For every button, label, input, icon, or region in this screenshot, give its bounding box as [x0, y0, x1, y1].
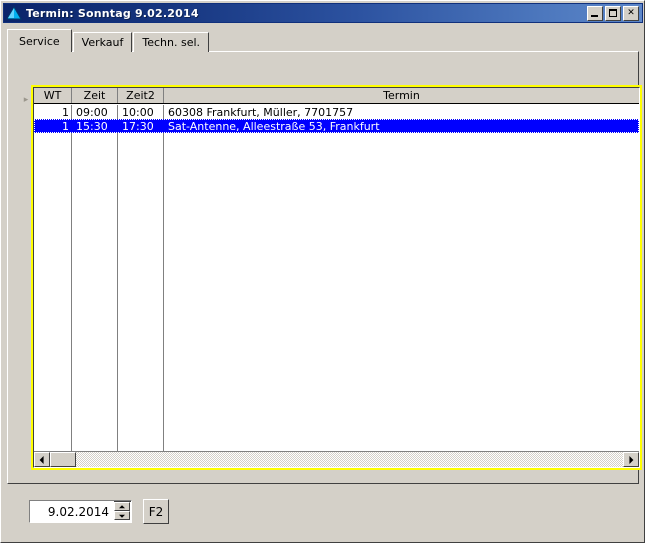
cell-wt: 1 — [62, 105, 69, 119]
date-spinner[interactable]: 9.02.2014 — [29, 500, 132, 523]
date-spin-down-button[interactable] — [114, 511, 130, 520]
minimize-button[interactable] — [587, 5, 603, 21]
date-spin-buttons — [114, 502, 130, 521]
chevron-down-icon — [119, 514, 125, 518]
table-row[interactable]: 1 15:30 17:30 Sat-Antenne, Alleestraße 5… — [34, 119, 639, 133]
column-header-termin[interactable]: Termin — [164, 88, 639, 103]
maximize-icon — [609, 8, 617, 17]
arrow-right-icon — [629, 455, 634, 464]
tab-techn-sel[interactable]: Techn. sel. — [133, 32, 210, 52]
window-controls: ✕ — [587, 5, 639, 21]
grid-column-rules — [34, 105, 639, 452]
column-header-zeit[interactable]: Zeit — [72, 88, 118, 103]
tab-verkauf[interactable]: Verkauf — [72, 32, 133, 52]
grid-body: 1 09:00 10:00 60308 Frankfurt, Müller, 7… — [34, 105, 639, 452]
cell-zeit2: 10:00 — [122, 105, 154, 119]
f2-button[interactable]: F2 — [143, 499, 169, 524]
grid-header-row: WT Zeit Zeit2 Termin — [34, 88, 639, 104]
grid-focus-frame: WT Zeit Zeit2 Termin 1 09:00 10:00 60308… — [31, 85, 642, 470]
cell-termin: 60308 Frankfurt, Müller, 7701757 — [168, 105, 354, 119]
tab-strip: Service Verkauf Techn. sel. — [7, 29, 210, 52]
chevron-up-icon — [119, 504, 125, 508]
bottom-toolbar: 9.02.2014 F2 — [7, 493, 639, 538]
maximize-button[interactable] — [605, 5, 621, 21]
current-row-marker-icon: ▸ — [23, 95, 29, 105]
date-spin-up-button[interactable] — [114, 502, 130, 511]
cell-zeit2: 17:30 — [122, 119, 154, 133]
termin-window: Termin: Sonntag 9.02.2014 ✕ Service Verk… — [0, 0, 645, 543]
cell-termin: Sat-Antenne, Alleestraße 53, Frankfurt — [168, 119, 380, 133]
blue-triangle-icon — [6, 5, 22, 21]
cell-zeit: 15:30 — [76, 119, 108, 133]
scroll-track[interactable] — [50, 452, 623, 467]
close-icon: ✕ — [627, 7, 635, 18]
table-row[interactable]: 1 09:00 10:00 60308 Frankfurt, Müller, 7… — [34, 105, 639, 119]
appointment-grid[interactable]: WT Zeit Zeit2 Termin 1 09:00 10:00 60308… — [33, 87, 640, 468]
arrow-left-icon — [39, 455, 44, 464]
close-button[interactable]: ✕ — [623, 5, 639, 21]
date-input[interactable]: 9.02.2014 — [30, 501, 114, 522]
column-header-zeit2[interactable]: Zeit2 — [118, 88, 164, 103]
tab-body-service: ▸ WT Zeit Zeit2 Termin 1 09:00 10:00 603… — [7, 51, 642, 484]
cell-wt: 1 — [62, 119, 69, 133]
minimize-icon — [591, 14, 598, 17]
scroll-left-button[interactable] — [34, 452, 50, 467]
appointment-grid-container: ▸ WT Zeit Zeit2 Termin 1 09:00 10:00 603… — [22, 85, 642, 502]
column-header-wt[interactable]: WT — [34, 88, 72, 103]
tab-panel: Service Verkauf Techn. sel. ▸ WT Zeit Ze… — [7, 29, 642, 484]
scroll-thumb[interactable] — [50, 452, 76, 467]
cell-zeit: 09:00 — [76, 105, 108, 119]
tab-service[interactable]: Service — [7, 29, 72, 52]
horizontal-scrollbar[interactable] — [34, 451, 639, 467]
window-title: Termin: Sonntag 9.02.2014 — [26, 6, 199, 20]
scroll-right-button[interactable] — [623, 452, 639, 467]
title-bar[interactable]: Termin: Sonntag 9.02.2014 ✕ — [3, 3, 643, 23]
